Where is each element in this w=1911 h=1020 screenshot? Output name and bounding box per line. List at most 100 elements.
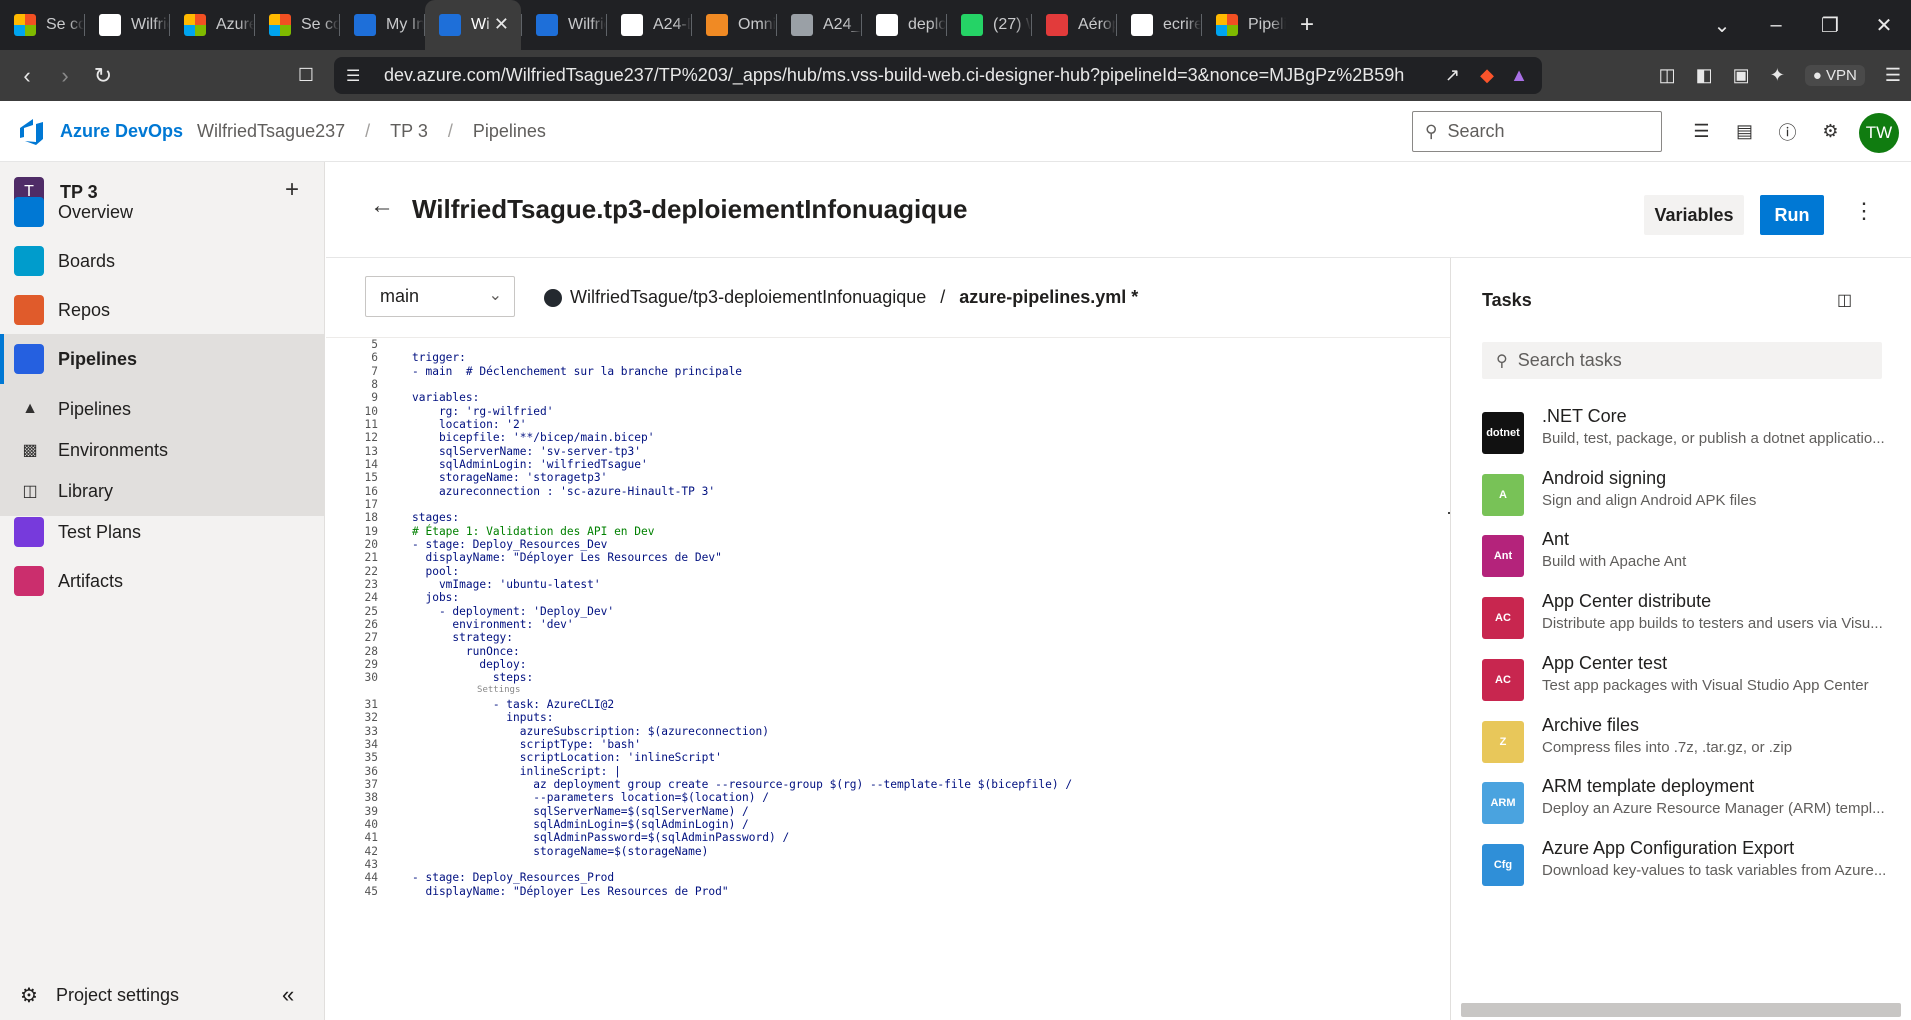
header-actions: ☰ ▤ ⓘ ⚙ [1680,101,1852,162]
back-icon[interactable]: ‹ [8,63,46,89]
task-item[interactable]: Cfg Azure App Configuration Export Downloa… [1482,838,1902,912]
help-icon[interactable]: ⓘ [1766,119,1809,145]
run-button[interactable]: Run [1760,195,1824,235]
brave-rewards-icon[interactable]: ▲ [1510,65,1528,86]
line-number: 37 [364,777,378,791]
horizontal-scrollbar[interactable] [1461,1003,1901,1017]
browser-tab[interactable]: Aéropo [1032,0,1116,50]
azure-devops-logo-icon[interactable] [16,116,46,146]
line-number: 22 [364,564,378,578]
task-settings-codelens[interactable]: Settings [412,685,520,695]
work-items-icon[interactable]: ☰ [1680,121,1723,142]
wallet-icon[interactable]: ▣ [1733,65,1750,86]
line-text: location: '2' [412,417,527,431]
browser-tab[interactable]: Wilfried [85,0,169,50]
file-name: azure-pipelines.yml * [959,287,1139,307]
browser-tab[interactable]: (27) Wh [947,0,1031,50]
repo-link[interactable]: WilfriedTsague/tp3-deploiementInfonuagiq… [570,287,926,308]
user-avatar[interactable]: TW [1859,113,1899,153]
nav-item-artifacts[interactable]: Artifacts [0,556,325,606]
address-bar[interactable]: ☰ dev.azure.com/WilfriedTsague237/TP%203… [334,57,1542,94]
line-text: scriptType: 'bash' [412,737,642,751]
line-text: storageName=$(storageName) [412,844,709,858]
tab-title: My Info [386,16,424,33]
tab-search-chevron-icon[interactable]: ⌄ [1695,13,1749,38]
breadcrumb-pipelines[interactable]: Pipelines [473,121,546,142]
browser-tab[interactable]: Wi ✕ [425,0,521,50]
branch-picker[interactable]: main ⌄ [365,276,515,317]
yaml-code-editor[interactable]: 5 6 trigger: 7 - main # Déclenchement sur la… [326,338,1451,1020]
site-settings-icon[interactable]: ☰ [346,66,360,86]
line-text: - stage: Deploy_Resources_Prod [412,871,615,885]
browser-tab[interactable]: A24_-_l [777,0,861,50]
nav-item-repos[interactable]: Repos [0,285,325,335]
boards-icon [14,246,44,276]
close-tab-icon[interactable]: ✕ [494,14,509,35]
gear-icon: ⚙ [20,984,38,1007]
chart-icon [1046,14,1068,36]
browser-tab[interactable]: deploy [862,0,946,50]
line-number: 44 [364,871,378,885]
nav-item-pipelines[interactable]: Pipelines [0,334,325,384]
sidebar-icon[interactable]: ◧ [1696,65,1713,86]
search-icon: ⚲ [1425,121,1438,141]
url-text: dev.azure.com/WilfriedTsague237/TP%203/_… [384,65,1404,85]
browser-tab[interactable]: ecrire u [1117,0,1201,50]
bookmark-icon[interactable]: ☐ [287,65,325,86]
variables-button[interactable]: Variables [1644,195,1744,235]
task-description: Compress files into .7z, .tar.gz, or .zi… [1542,738,1793,756]
vpn-button[interactable]: ● VPN [1804,65,1865,86]
leo-ai-icon[interactable]: ✦ [1770,65,1785,86]
marketplace-bag-icon[interactable]: ▤ [1723,121,1766,142]
nav-label: Test Plans [58,521,142,542]
android-icon: A [1482,473,1524,516]
more-actions-icon[interactable]: ⋮ [1853,198,1875,224]
extensions-icon[interactable]: ◫ [1659,65,1676,86]
browser-tab[interactable]: Se conn [255,0,339,50]
browser-tab[interactable]: Pipelin [1202,0,1286,50]
browser-tab[interactable]: My Info [340,0,424,50]
azure-devops-icon [536,14,558,36]
line-number: 7 [371,364,378,378]
browser-tab[interactable]: Omnivo [692,0,776,50]
globe-icon [791,14,813,36]
user-settings-icon[interactable]: ⚙ [1809,121,1852,142]
breadcrumb-organization[interactable]: WilfriedTsague237 [197,121,345,142]
line-number: 31 [364,697,378,711]
nav-item-boards[interactable]: Boards [0,236,325,286]
collapse-panel-icon[interactable]: ◫ [1837,290,1852,310]
close-window-icon[interactable]: ✕ [1857,13,1911,38]
browser-tab[interactable]: A24-De [607,0,691,50]
brave-shield-icon[interactable]: ◆ [1480,65,1494,86]
back-arrow-icon[interactable]: ← [370,192,394,220]
test-plans-icon [14,517,44,547]
reload-icon[interactable]: ↻ [84,63,122,89]
collapse-sidebar-icon[interactable]: « [282,982,294,1008]
menu-icon[interactable]: ☰ [1885,65,1901,86]
restore-icon[interactable]: ❐ [1803,13,1857,38]
minimize-icon[interactable]: – [1749,14,1803,37]
browser-tab[interactable]: Wilfried [522,0,606,50]
project-settings-link[interactable]: ⚙ Project settings « [0,970,325,1020]
new-tab-icon[interactable]: + [1300,11,1314,39]
task-search-input[interactable]: ⚲ Search tasks [1482,342,1882,379]
task-name: App Center test [1542,652,1668,673]
ant-icon: Ant [1482,535,1524,578]
microsoft-icon [1216,14,1238,36]
breadcrumb-project[interactable]: TP 3 [390,121,428,142]
nav-item-overview[interactable]: Overview [0,187,325,237]
share-icon[interactable]: ↗ [1445,65,1460,86]
task-name: ARM template deployment [1542,776,1755,797]
brand-link[interactable]: Azure DevOps [60,121,183,142]
line-number: 21 [364,551,378,565]
line-number: 24 [364,591,378,605]
global-search-input[interactable]: ⚲ Search [1412,111,1662,152]
browser-tab[interactable]: Azure D [170,0,254,50]
line-number: 23 [364,577,378,591]
nav-item-test-plans[interactable]: Test Plans [0,507,325,557]
browser-tab[interactable]: Se conn [0,0,84,50]
server-icon: ▩ [22,442,38,459]
line-text: azureconnection : 'sc-azure-Hinault-TP 3… [412,484,716,498]
forward-icon[interactable]: › [46,63,84,89]
code-line: 45 displayName: "Déployer Les Resources … [326,885,1451,901]
